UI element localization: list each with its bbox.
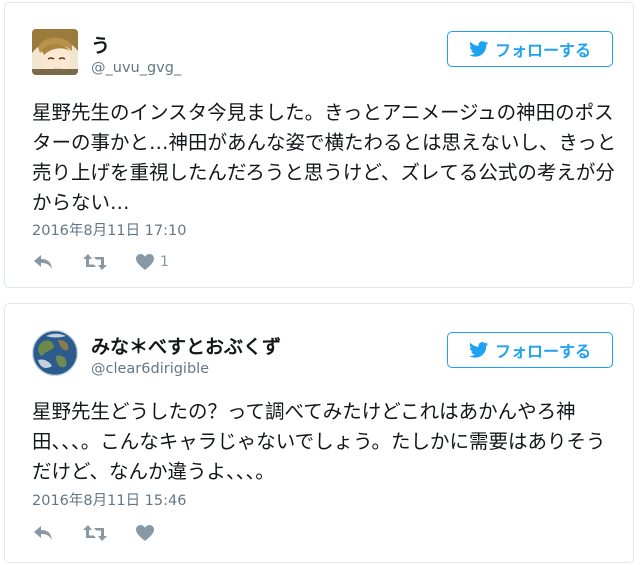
twitter-bird-icon (469, 342, 489, 358)
like-button[interactable]: 1 (136, 252, 169, 272)
reply-icon (34, 526, 52, 540)
follow-button[interactable]: フォローする (447, 31, 613, 67)
earth-avatar-image (32, 330, 78, 376)
avatar[interactable] (32, 330, 78, 376)
tweet-text: 星野先生どうしたの？って調べてみたけどこれはあかんやろ神田、、、。こんなキャラじ… (32, 400, 606, 483)
reply-button[interactable] (33, 523, 53, 543)
heart-icon (136, 525, 154, 541)
retweet-icon (83, 525, 107, 541)
user-handle[interactable]: @_uvu_gvg_ (91, 60, 181, 76)
display-name[interactable]: みな＊べすとおぶくず (91, 332, 281, 359)
retweet-button[interactable] (83, 252, 107, 272)
follow-label: フォローする (494, 41, 591, 60)
follow-label: フォローする (494, 342, 591, 361)
tweet-text: 星野先生のインスタ今見ました。きっとアニメージュの神田のポスターの事かと…神田が… (32, 101, 617, 214)
like-button[interactable] (136, 523, 160, 543)
reply-icon (34, 255, 52, 269)
tweet-card-1: う @_uvu_gvg_ フォローする 星野先生のインスタ今見ました。きっとアニ… (4, 2, 634, 288)
tweet-card-2: みな＊べすとおぶくず @clear6dirigible フォローする 星野先生ど… (4, 303, 634, 563)
anime-avatar-image (32, 29, 78, 75)
avatar[interactable] (32, 29, 78, 75)
user-handle[interactable]: @clear6dirigible (91, 361, 209, 377)
retweet-button[interactable] (83, 523, 107, 543)
twitter-bird-icon (469, 41, 489, 57)
like-count: 1 (160, 254, 169, 270)
tweet-timestamp[interactable]: 2016年8月11日 15:46 (32, 489, 186, 510)
display-name[interactable]: う (91, 31, 110, 58)
tweet-timestamp[interactable]: 2016年8月11日 17:10 (32, 219, 186, 240)
follow-button[interactable]: フォローする (447, 332, 613, 368)
heart-icon (136, 254, 154, 270)
reply-button[interactable] (33, 252, 53, 272)
retweet-icon (83, 254, 107, 270)
